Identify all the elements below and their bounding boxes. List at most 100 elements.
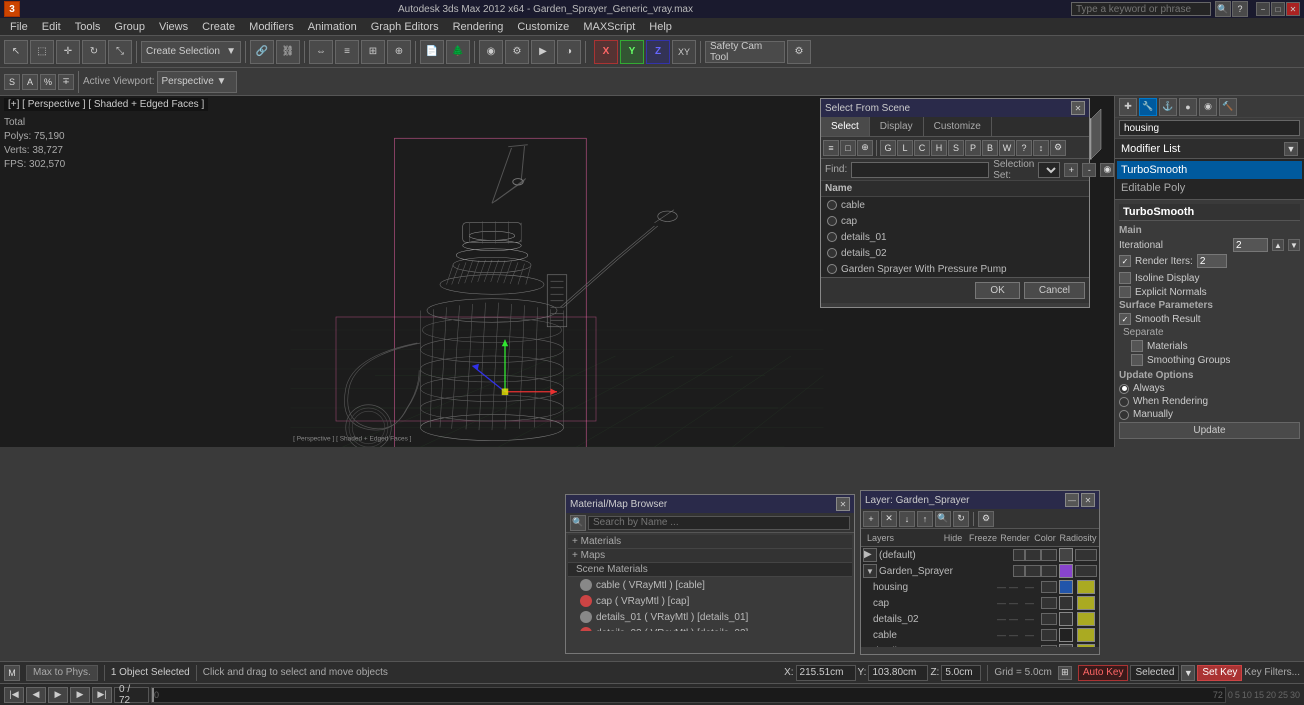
details01-render-icon[interactable] — [1041, 645, 1057, 647]
close-button[interactable]: ✕ — [1286, 2, 1300, 16]
timeline[interactable]: 0 72 — [151, 687, 1226, 703]
layer-delete[interactable]: ✕ — [881, 511, 897, 527]
scene-filter6[interactable]: P — [965, 140, 981, 156]
details02-radiosity[interactable] — [1077, 612, 1095, 626]
scene-filter3[interactable]: C — [914, 140, 930, 156]
activeshade[interactable]: ◑ — [557, 40, 581, 64]
always-radio[interactable] — [1119, 384, 1129, 394]
tab-display[interactable]: Display — [870, 117, 924, 136]
isoline-checkbox[interactable] — [1119, 272, 1131, 284]
unlink-tool[interactable]: ⛓ — [276, 40, 300, 64]
cap-render-icon[interactable] — [1041, 597, 1057, 609]
iterational-input[interactable] — [1233, 238, 1268, 252]
render-setup[interactable]: ⚙ — [505, 40, 529, 64]
manually-radio[interactable] — [1119, 410, 1129, 420]
layer-close[interactable]: ✕ — [1081, 493, 1095, 507]
layer-options[interactable]: ⚙ — [978, 511, 994, 527]
sel-set-btn2[interactable]: - — [1082, 163, 1096, 177]
tab-select[interactable]: Select — [821, 117, 870, 136]
details02-render-icon[interactable] — [1041, 613, 1057, 625]
scene-item-details02[interactable]: details_02 — [821, 245, 1089, 261]
menu-create[interactable]: Create — [196, 20, 241, 34]
mat-item-cap[interactable]: cap ( VRayMtl ) [cap] — [568, 593, 852, 609]
menu-tools[interactable]: Tools — [69, 20, 107, 34]
help-icon[interactable]: ? — [1232, 1, 1248, 17]
menu-group[interactable]: Group — [108, 20, 151, 34]
hierarchy-panel-icon[interactable]: ⚓ — [1159, 98, 1177, 116]
default-color[interactable] — [1059, 548, 1073, 562]
go-start-btn[interactable]: |◀ — [4, 687, 24, 703]
key-filters-label[interactable]: Key Filters... — [1244, 667, 1300, 678]
scene-explorer[interactable]: 🌲 — [446, 40, 470, 64]
mat-item-details01[interactable]: details_01 ( VRayMtl ) [details_01] — [568, 609, 852, 625]
gs-freeze[interactable] — [1025, 565, 1041, 577]
gs-radiosity[interactable] — [1075, 565, 1097, 577]
scene-invert-icon[interactable]: ⊕ — [857, 140, 873, 156]
spinner-snap[interactable]: ∓ — [58, 74, 74, 90]
scale-tool[interactable]: ⤡ — [108, 40, 132, 64]
scene-filter4[interactable]: H — [931, 140, 947, 156]
mat-browser-close[interactable]: ✕ — [836, 497, 850, 511]
menu-views[interactable]: Views — [153, 20, 194, 34]
utilities-panel-icon[interactable]: 🔨 — [1219, 98, 1237, 116]
mat-search-icon[interactable]: 🔍 — [570, 515, 586, 531]
modifier-search-input[interactable] — [1119, 120, 1300, 136]
default-radiosity[interactable] — [1075, 549, 1097, 561]
cap-radiosity[interactable] — [1077, 596, 1095, 610]
explicit-normals-checkbox[interactable] — [1119, 286, 1131, 298]
iterational-down[interactable]: ▼ — [1288, 239, 1300, 251]
next-frame-btn[interactable]: ▶ — [70, 687, 90, 703]
material-editor[interactable]: ◉ — [479, 40, 503, 64]
autokey-options[interactable]: ▼ — [1181, 665, 1195, 681]
details01-color[interactable] — [1059, 644, 1073, 647]
mirror-tool[interactable]: ⇔ — [309, 40, 333, 64]
viewport-selector[interactable]: Perspective ▼ — [157, 71, 237, 93]
render-btn[interactable]: ▶ — [531, 40, 555, 64]
housing-color[interactable] — [1059, 580, 1073, 594]
scene-filter5[interactable]: S — [948, 140, 964, 156]
layer-add-selected[interactable]: ↓ — [899, 511, 915, 527]
housing-render-icon[interactable] — [1041, 581, 1057, 593]
layer-details02[interactable]: details_02 — — — — [861, 611, 1099, 627]
layer-select-obj[interactable]: ↑ — [917, 511, 933, 527]
snap-toggle[interactable]: S — [4, 74, 20, 90]
default-render[interactable] — [1041, 549, 1057, 561]
scene-filter1[interactable]: G — [880, 140, 896, 156]
scene-filter7[interactable]: B — [982, 140, 998, 156]
select-region[interactable]: ⬚ — [30, 40, 54, 64]
sel-set-btn1[interactable]: + — [1064, 163, 1078, 177]
prev-frame-btn[interactable]: ◀ — [26, 687, 46, 703]
housing-radiosity[interactable] — [1077, 580, 1095, 594]
select-scene-close[interactable]: ✕ — [1071, 101, 1085, 115]
spacing-tool[interactable]: ⊞ — [361, 40, 385, 64]
minimize-button[interactable]: − — [1256, 2, 1270, 16]
rotate-tool[interactable]: ↻ — [82, 40, 106, 64]
auto-key-btn[interactable]: Auto Key — [1078, 665, 1129, 681]
selection-set-select[interactable] — [1038, 162, 1060, 178]
scene-filter2[interactable]: L — [897, 140, 913, 156]
scene-filter9[interactable]: ? — [1016, 140, 1032, 156]
default-hide[interactable] — [1013, 549, 1025, 561]
axis-y-btn[interactable]: Y — [620, 40, 644, 64]
scene-item-garden-sprayer[interactable]: Garden Sprayer With Pressure Pump — [821, 261, 1089, 277]
link-tool[interactable]: 🔗 — [250, 40, 274, 64]
mat-item-cable[interactable]: cable ( VRayMtl ) [cable] — [568, 577, 852, 593]
menu-edit[interactable]: Edit — [36, 20, 67, 34]
settings-btn[interactable]: ⚙ — [787, 40, 811, 64]
cancel-button[interactable]: Cancel — [1024, 282, 1085, 299]
details01-radiosity[interactable] — [1077, 644, 1095, 647]
create-panel-icon[interactable]: ✚ — [1119, 98, 1137, 116]
default-freeze[interactable] — [1025, 549, 1041, 561]
smoothing-groups-checkbox[interactable] — [1131, 354, 1143, 366]
menu-maxscript[interactable]: MAXScript — [577, 20, 641, 34]
maxscript-icon[interactable]: M — [4, 665, 20, 681]
selected-mode[interactable]: Selected — [1130, 665, 1179, 681]
angle-snap[interactable]: A — [22, 74, 38, 90]
scene-item-cable[interactable]: cable — [821, 197, 1089, 213]
coord-z-value[interactable]: 5.0cm — [941, 665, 981, 681]
axis-z-btn[interactable]: Z — [646, 40, 670, 64]
mat-item-details02[interactable]: details_02 ( VRayMtl ) [details_02] — [568, 625, 852, 631]
motion-panel-icon[interactable]: ● — [1179, 98, 1197, 116]
render-iters-checkbox[interactable]: ✓ — [1119, 255, 1131, 267]
menu-rendering[interactable]: Rendering — [447, 20, 510, 34]
